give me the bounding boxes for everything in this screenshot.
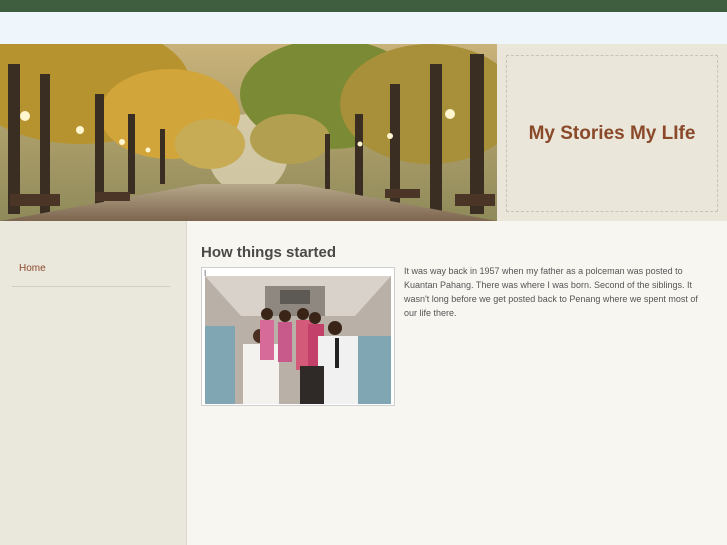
nav-item-home[interactable]: Home [12, 255, 170, 287]
site-title[interactable]: My Stories My LIfe [529, 123, 696, 145]
site-title-panel: My Stories My LIfe [497, 44, 727, 221]
top-bar [0, 0, 727, 12]
post-photo: I [201, 267, 395, 406]
sidebar: Home [0, 221, 187, 545]
header-banner-image [0, 44, 497, 221]
nav-item-label: Home [19, 263, 46, 274]
site-title-box: My Stories My LIfe [506, 55, 718, 212]
header-strip [0, 12, 727, 44]
family-photo-image [205, 276, 391, 404]
post-body-text: It was way back in 1957 when my father a… [404, 266, 698, 318]
main-content: How things started I It was way back in … [187, 221, 727, 545]
post-title: How things started [201, 244, 337, 261]
